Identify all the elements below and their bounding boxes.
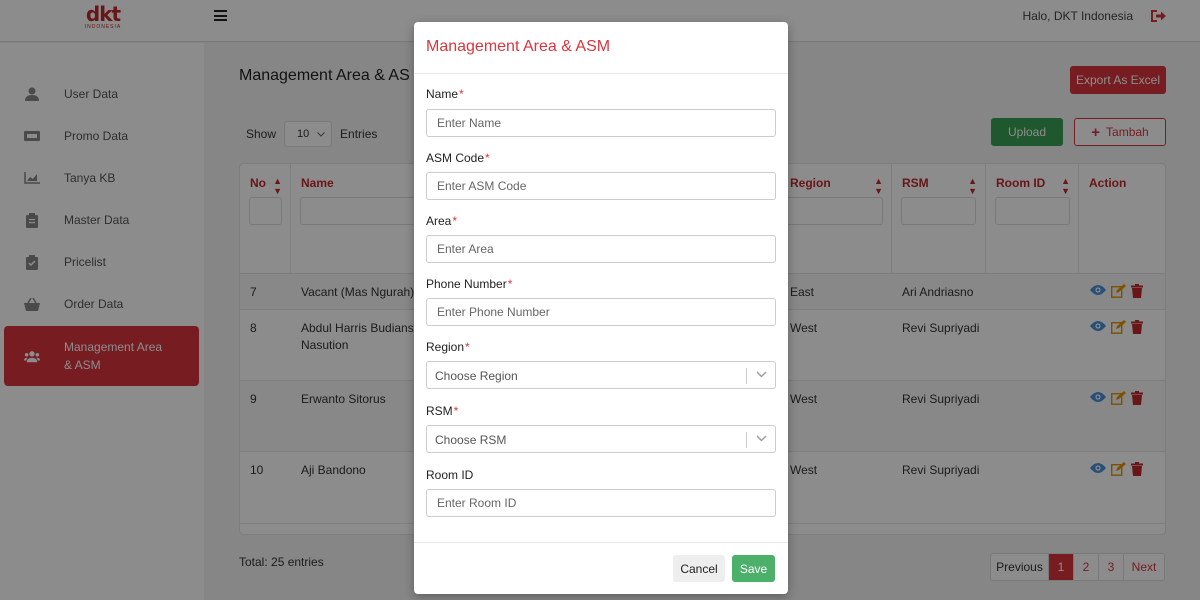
rsm-label: RSM* bbox=[426, 404, 459, 418]
room-id-label: Room ID bbox=[426, 468, 474, 482]
cancel-button[interactable]: Cancel bbox=[673, 555, 725, 582]
modal-header: Management Area & ASM bbox=[414, 22, 788, 74]
region-label: Region* bbox=[426, 340, 470, 354]
region-select[interactable]: Choose Region bbox=[426, 361, 776, 389]
phone-number-label: Phone Number* bbox=[426, 277, 513, 291]
phone-number-field[interactable] bbox=[426, 298, 776, 326]
area-label: Area* bbox=[426, 214, 458, 228]
name-field[interactable] bbox=[426, 109, 776, 137]
asm-code-label: ASM Code* bbox=[426, 151, 490, 165]
chevron-down-icon bbox=[756, 435, 767, 442]
management-area-modal: Management Area & ASM Name* ASM Code* Ar… bbox=[414, 22, 788, 594]
name-label: Name* bbox=[426, 87, 464, 101]
save-button[interactable]: Save bbox=[732, 555, 775, 582]
chevron-down-icon bbox=[756, 371, 767, 378]
asm-code-field[interactable] bbox=[426, 172, 776, 200]
modal-title: Management Area & ASM bbox=[426, 38, 611, 55]
room-id-field[interactable] bbox=[426, 489, 776, 517]
area-field[interactable] bbox=[426, 235, 776, 263]
rsm-select[interactable]: Choose RSM bbox=[426, 425, 776, 453]
modal-footer: Cancel Save bbox=[414, 542, 788, 594]
